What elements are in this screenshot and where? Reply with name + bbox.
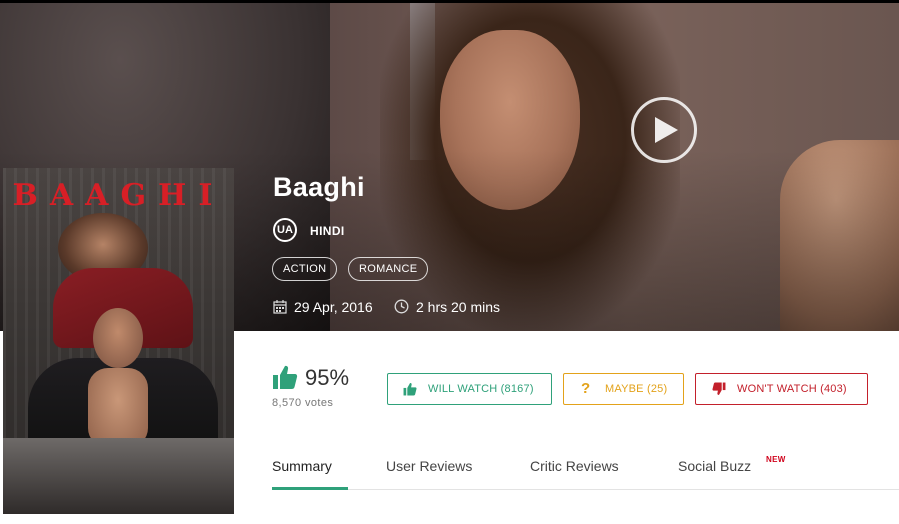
rating-percent: 95%	[305, 365, 350, 390]
poster-actor-chest	[88, 368, 148, 448]
calendar-icon	[273, 300, 287, 314]
will-watch-button[interactable]: WILL WATCH (8167)	[387, 373, 552, 405]
release-date: 29 Apr, 2016	[294, 299, 373, 315]
tab-social-buzz[interactable]: Social Buzz	[678, 458, 751, 474]
maybe-button[interactable]: ? MAYBE (25)	[563, 373, 684, 405]
tab-user-reviews[interactable]: User Reviews	[386, 458, 472, 474]
poster-bathtub	[3, 438, 234, 514]
genre-tag-romance[interactable]: ROMANCE	[348, 257, 429, 281]
wont-watch-label: WON'T WATCH (403)	[737, 383, 847, 395]
thumbs-up-icon	[273, 365, 298, 389]
clock-icon	[394, 299, 409, 314]
thumbs-up-icon	[403, 383, 417, 396]
poster-title: BAAGHI	[12, 178, 225, 213]
movie-poster: BAAGHI	[3, 168, 234, 514]
poster-actor	[93, 308, 143, 368]
tab-summary[interactable]: Summary	[272, 458, 332, 474]
tab-critic-reviews[interactable]: Critic Reviews	[530, 458, 619, 474]
language-label: HINDI	[310, 224, 345, 238]
thumbs-down-icon	[712, 382, 726, 395]
vote-count: 8,570 votes	[272, 397, 334, 409]
question-mark-icon: ?	[581, 380, 591, 397]
certificate-badge: UA	[273, 218, 297, 242]
top-border	[0, 0, 899, 3]
genre-tag-action[interactable]: ACTION	[272, 257, 338, 281]
wont-watch-button[interactable]: WON'T WATCH (403)	[695, 373, 868, 405]
new-badge: NEW	[766, 455, 786, 464]
runtime: 2 hrs 20 mins	[416, 299, 501, 315]
active-tab-indicator	[272, 487, 348, 490]
will-watch-label: WILL WATCH (8167)	[428, 383, 534, 395]
movie-title: Baaghi	[273, 172, 365, 202]
play-trailer-button[interactable]	[631, 97, 697, 163]
play-icon	[655, 117, 678, 143]
maybe-label: MAYBE (25)	[605, 383, 668, 395]
tab-divider	[272, 489, 899, 490]
